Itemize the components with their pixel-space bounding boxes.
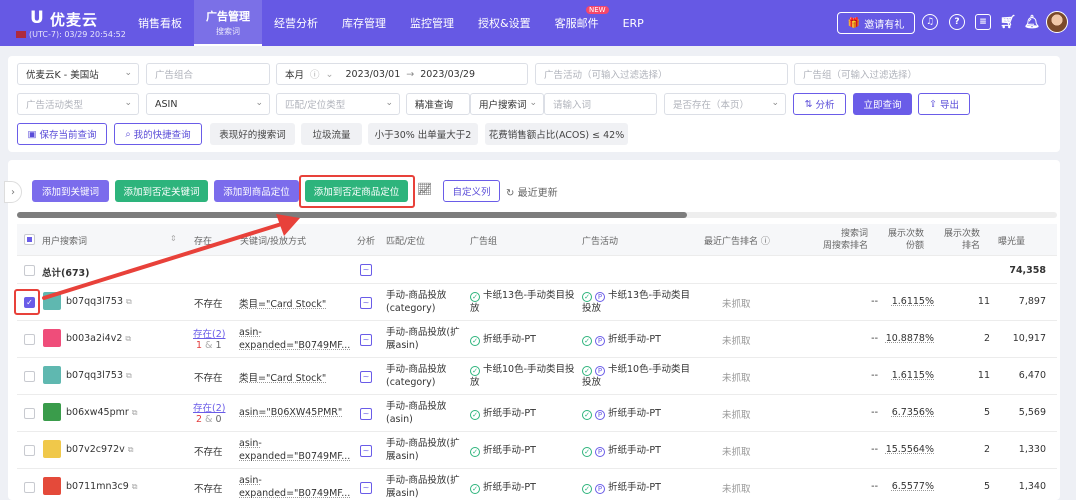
annotation-arrow — [42, 214, 300, 300]
highlight-box — [14, 289, 40, 315]
